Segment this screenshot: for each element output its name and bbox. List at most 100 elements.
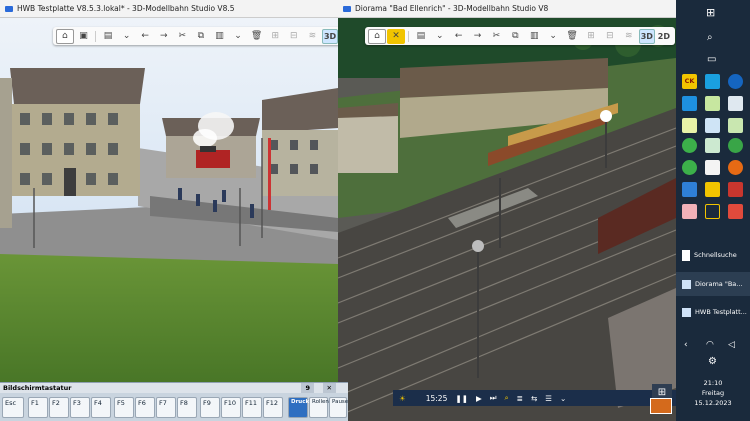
app-pink-icon[interactable]	[682, 204, 697, 219]
mode-3d-button[interactable]: 3D	[322, 28, 338, 44]
app-train-icon[interactable]	[728, 118, 743, 133]
taskbar-item-diorama[interactable]: Diorama "Ba...	[676, 272, 750, 296]
app-train-icon[interactable]	[705, 118, 720, 133]
key-f5[interactable]: F5	[114, 397, 134, 418]
delete-icon[interactable]: 🗑	[563, 29, 581, 44]
save-icon[interactable]: ▤	[99, 29, 117, 44]
app-train-icon[interactable]	[705, 138, 720, 153]
app-edge-icon[interactable]	[728, 74, 743, 89]
key-f6[interactable]: F6	[135, 397, 155, 418]
clock[interactable]: 21:10 Freitag 15.12.2023	[676, 378, 750, 408]
app-toolbox-icon[interactable]	[650, 398, 672, 414]
paste-chevron-icon[interactable]: ⌄	[229, 29, 247, 44]
key-f7[interactable]: F7	[156, 397, 176, 418]
app-green-icon[interactable]	[728, 138, 743, 153]
left-window[interactable]: HWB Testplatte V8.5.3.lokal* - 3D-Modell…	[0, 0, 338, 421]
osk-title-bar[interactable]: Bildschirmtastatur 9 ✕	[0, 383, 348, 393]
app-blue-icon[interactable]	[705, 74, 720, 89]
key-f1[interactable]: F1	[28, 397, 48, 418]
clock-date: 15.12.2023	[694, 399, 732, 407]
delete-icon[interactable]: 🗑	[248, 29, 266, 44]
app-colorful-icon[interactable]	[728, 204, 743, 219]
app-green-icon[interactable]	[682, 160, 697, 175]
file-icon[interactable]	[705, 160, 720, 175]
key-f11[interactable]: F11	[242, 397, 262, 418]
key-print[interactable]: Druck	[288, 397, 309, 418]
chevron-down-icon[interactable]: ⌄	[118, 29, 136, 44]
app-train-icon[interactable]	[728, 96, 743, 111]
key-scroll-lock[interactable]: Rollen	[309, 397, 329, 418]
app-search-icon[interactable]	[682, 182, 697, 197]
list-icon[interactable]: ☰	[545, 394, 552, 403]
ungroup-icon[interactable]: ⊟	[285, 29, 303, 44]
right-title-bar[interactable]: Diorama "Bad Ellenrich" - 3D-Modellbahn …	[338, 0, 676, 18]
paste-chevron-icon[interactable]: ⌄	[544, 29, 562, 44]
paste-icon[interactable]: ▥	[525, 29, 543, 44]
key-f9[interactable]: F9	[200, 397, 220, 418]
left-3d-viewport[interactable]	[0, 18, 338, 421]
task-view-icon[interactable]: ▭	[707, 54, 716, 65]
sun-icon[interactable]: ☀	[399, 394, 406, 403]
firefox-icon[interactable]	[728, 160, 743, 175]
key-f2[interactable]: F2	[49, 397, 69, 418]
pause-icon[interactable]: ❚❚	[455, 394, 468, 403]
key-f3[interactable]: F3	[70, 397, 90, 418]
toolbar-divider	[407, 30, 409, 42]
right-3d-viewport[interactable]	[338, 18, 676, 421]
save-icon[interactable]: ▤	[412, 29, 430, 44]
speaker-icon[interactable]: ◁	[728, 340, 735, 350]
key-f4[interactable]: F4	[91, 397, 111, 418]
group-icon[interactable]: ⊞	[582, 29, 600, 44]
app-triangle-icon[interactable]	[705, 204, 720, 219]
osk-keypad-button[interactable]: 9	[301, 383, 314, 393]
windows-start-icon[interactable]: ⊞	[706, 6, 715, 19]
train-icon[interactable]: ▣	[75, 29, 93, 44]
layers-icon[interactable]: ≣	[517, 394, 523, 403]
app-ck-icon[interactable]: CK	[682, 74, 697, 89]
mode-2d-button[interactable]: 2D	[656, 29, 672, 44]
copy-icon[interactable]: ⧉	[192, 29, 210, 44]
app-green-icon[interactable]	[682, 138, 697, 153]
wifi-icon[interactable]: ◠	[706, 340, 714, 350]
key-f12[interactable]: F12	[263, 397, 283, 418]
undo-icon[interactable]: ←	[450, 29, 468, 44]
app-train-icon[interactable]	[682, 118, 697, 133]
tools-icon[interactable]: ✕	[387, 28, 405, 44]
app-train-icon[interactable]	[705, 96, 720, 111]
cut-icon[interactable]: ✂	[174, 29, 192, 44]
app-monitor-icon[interactable]	[682, 96, 697, 111]
layer-icon[interactable]: ≋	[620, 29, 638, 44]
search-icon[interactable]: ⌕	[504, 393, 508, 403]
taskbar-item-schnellsuche[interactable]: Schnellsuche	[676, 243, 750, 267]
group-icon[interactable]: ⊞	[266, 29, 284, 44]
gear-icon[interactable]: ⚙	[708, 356, 717, 367]
home-icon[interactable]: ⌂	[56, 28, 74, 44]
ungroup-icon[interactable]: ⊟	[601, 29, 619, 44]
redo-icon[interactable]: →	[155, 29, 173, 44]
key-esc[interactable]: Esc	[2, 397, 24, 418]
taskbar-item-hwb[interactable]: HWB Testplatt...	[676, 300, 750, 324]
key-f8[interactable]: F8	[177, 397, 197, 418]
chevron-down-icon[interactable]: ⌄	[431, 29, 449, 44]
shuffle-icon[interactable]: ⇆	[531, 394, 537, 403]
app-yellow-icon[interactable]	[705, 182, 720, 197]
key-f10[interactable]: F10	[221, 397, 241, 418]
undo-icon[interactable]: ←	[136, 29, 154, 44]
right-window[interactable]: Diorama "Bad Ellenrich" - 3D-Modellbahn …	[338, 0, 676, 421]
left-title-bar[interactable]: HWB Testplatte V8.5.3.lokal* - 3D-Modell…	[0, 0, 338, 18]
fast-forward-icon[interactable]: ⏭	[490, 393, 497, 403]
mode-3d-button[interactable]: 3D	[638, 28, 655, 44]
search-icon[interactable]: ⌕	[707, 32, 713, 43]
close-icon[interactable]: ✕	[322, 383, 336, 393]
home-icon[interactable]: ⌂	[368, 28, 387, 44]
chevron-down-icon[interactable]: ⌄	[560, 394, 566, 403]
app-red-icon[interactable]	[728, 182, 743, 197]
paste-icon[interactable]: ▥	[211, 29, 229, 44]
cut-icon[interactable]: ✂	[488, 29, 506, 44]
play-icon[interactable]: ▶	[476, 394, 482, 403]
key-pause[interactable]: Pause	[329, 397, 348, 418]
layer-icon[interactable]: ≋	[304, 29, 322, 44]
copy-icon[interactable]: ⧉	[506, 29, 524, 44]
chevron-left-icon[interactable]: ‹	[684, 340, 688, 350]
redo-icon[interactable]: →	[469, 29, 487, 44]
